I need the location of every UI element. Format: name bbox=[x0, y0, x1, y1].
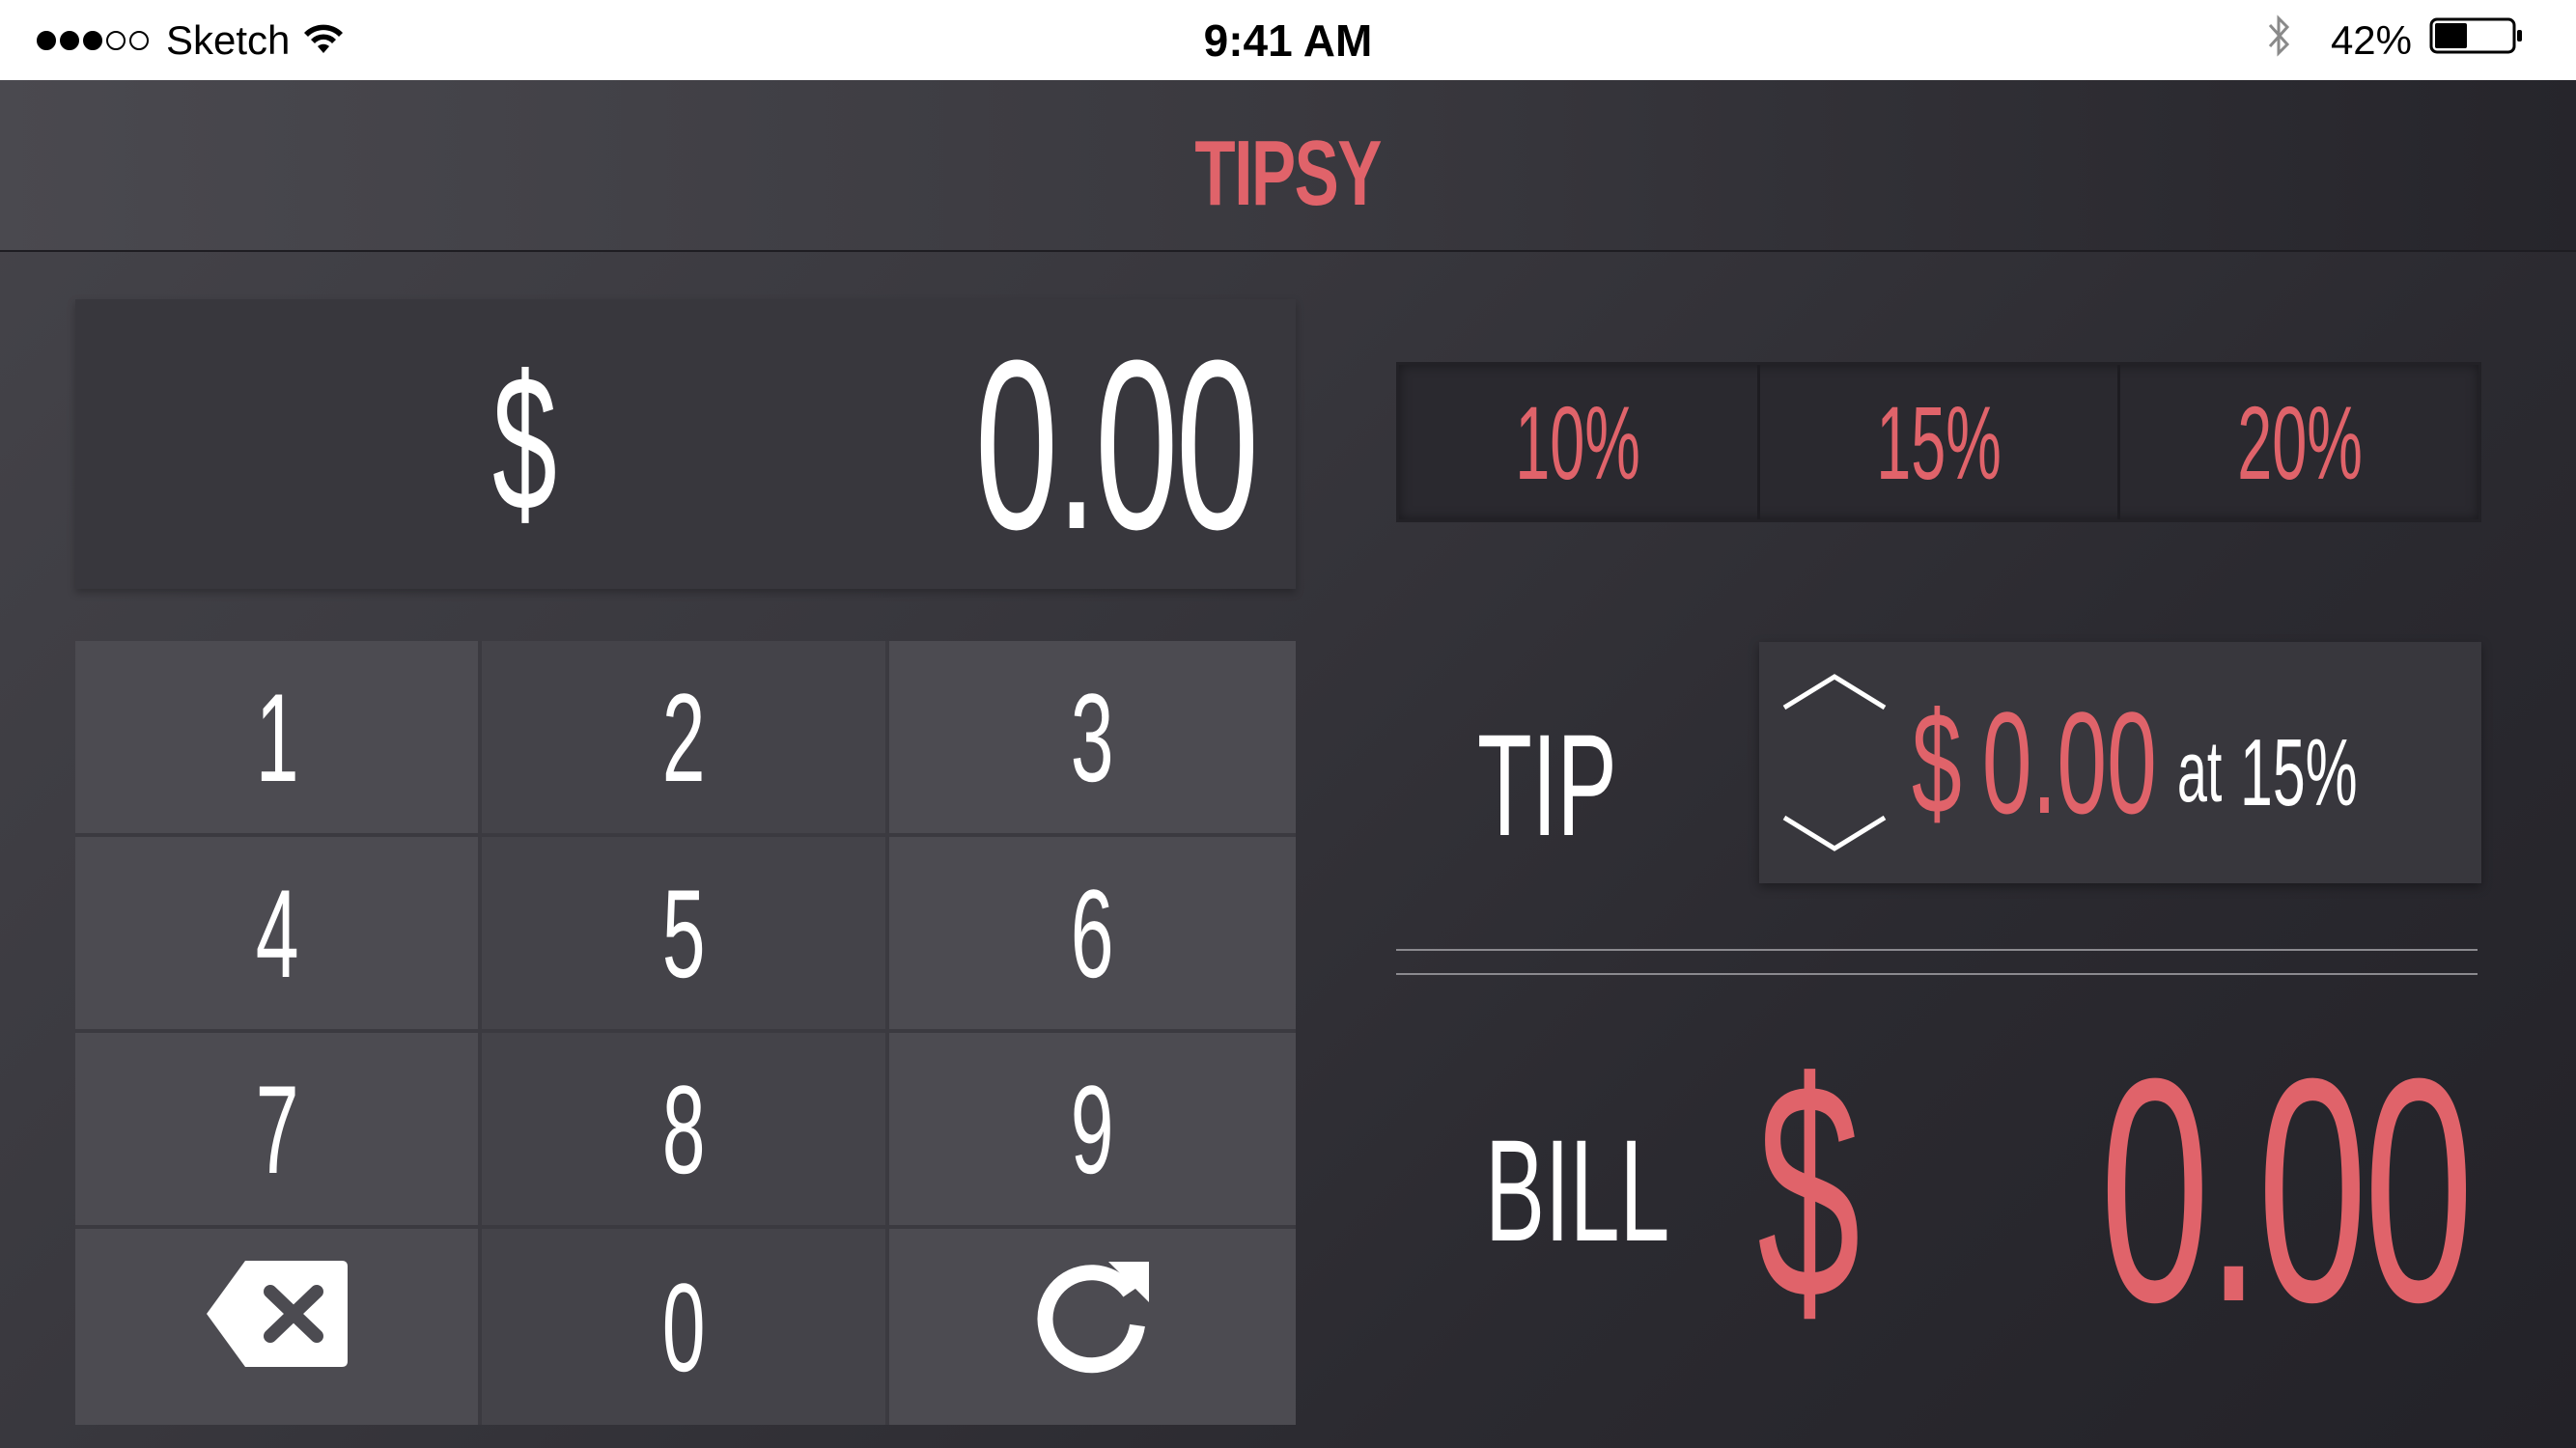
status-bar: Sketch 9:41 AM 42% bbox=[0, 0, 2576, 80]
status-time: 9:41 AM bbox=[1203, 14, 1373, 66]
tip-percentage-selector: 10% 15% 20% bbox=[1396, 362, 2481, 522]
app-title: TIPSY bbox=[1194, 122, 1383, 225]
divider bbox=[1396, 949, 2478, 951]
signal-dot bbox=[83, 30, 102, 50]
tip-increase-button[interactable] bbox=[1780, 669, 1889, 727]
backspace-icon bbox=[203, 1255, 351, 1400]
backspace-button[interactable] bbox=[75, 1229, 483, 1425]
tip-option-label: 10% bbox=[1515, 383, 1641, 501]
key-label: 8 bbox=[661, 1058, 706, 1200]
key-label: 2 bbox=[661, 666, 706, 808]
signal-dot bbox=[37, 30, 56, 50]
key-1[interactable]: 1 bbox=[75, 641, 483, 837]
key-7[interactable]: 7 bbox=[75, 1033, 483, 1229]
battery-icon bbox=[2429, 15, 2526, 66]
tipsy-app: TIPSY $ 0.00 1 2 3 4 5 6 7 8 9 0 10% 15%… bbox=[0, 80, 2576, 1448]
key-label: 4 bbox=[255, 862, 299, 1004]
key-3[interactable]: 3 bbox=[888, 641, 1296, 837]
key-label: 5 bbox=[661, 862, 706, 1004]
key-0[interactable]: 0 bbox=[482, 1229, 889, 1425]
tip-decrease-button[interactable] bbox=[1780, 798, 1889, 856]
tip-value: $ 0.00 at 15% bbox=[1912, 642, 2358, 883]
app-header: TIPSY bbox=[0, 80, 2576, 252]
key-label: 6 bbox=[1070, 862, 1114, 1004]
key-6[interactable]: 6 bbox=[888, 837, 1296, 1033]
key-5[interactable]: 5 bbox=[482, 837, 889, 1033]
key-label: 1 bbox=[255, 666, 299, 808]
display-amount: 0.00 bbox=[975, 309, 1259, 579]
status-bar-right: 42% bbox=[2267, 0, 2526, 80]
carrier-name: Sketch bbox=[166, 16, 291, 63]
tip-option-20[interactable]: 20% bbox=[2120, 365, 2478, 519]
display-currency-symbol: $ bbox=[492, 336, 557, 551]
battery-percent: 42% bbox=[2330, 16, 2412, 63]
signal-strength-icon bbox=[37, 30, 153, 50]
key-9[interactable]: 9 bbox=[888, 1033, 1296, 1229]
tip-currency-symbol: $ bbox=[1912, 681, 1962, 844]
status-bar-left: Sketch bbox=[37, 0, 346, 80]
key-label: 9 bbox=[1070, 1058, 1114, 1200]
tip-stepper bbox=[1780, 669, 1889, 856]
wifi-icon bbox=[301, 18, 346, 65]
bill-total-amount: 0.00 bbox=[2099, 1012, 2474, 1368]
key-label: 3 bbox=[1070, 666, 1114, 808]
tip-label: TIP bbox=[1477, 703, 1617, 866]
tip-option-label: 20% bbox=[2236, 383, 2363, 501]
bluetooth-icon bbox=[2267, 14, 2292, 68]
tip-option-10[interactable]: 10% bbox=[1399, 365, 1760, 519]
tip-option-label: 15% bbox=[1876, 383, 2002, 501]
key-label: 0 bbox=[661, 1256, 706, 1398]
reset-button[interactable] bbox=[888, 1229, 1296, 1425]
signal-dot bbox=[106, 30, 126, 50]
signal-dot bbox=[129, 30, 149, 50]
chevron-down-icon bbox=[1780, 815, 1889, 860]
key-8[interactable]: 8 bbox=[482, 1033, 889, 1229]
tip-option-15[interactable]: 15% bbox=[1760, 365, 2121, 519]
key-2[interactable]: 2 bbox=[482, 641, 889, 837]
refresh-icon bbox=[1029, 1250, 1155, 1405]
tip-amount-box: $ 0.00 at 15% bbox=[1759, 642, 2481, 883]
bill-label: BILL bbox=[1485, 1108, 1670, 1271]
bill-currency-symbol: $ bbox=[1757, 1017, 1861, 1363]
tip-percent: 15% bbox=[2240, 718, 2358, 825]
tip-at-label: at bbox=[2176, 723, 2223, 821]
chevron-up-icon bbox=[1780, 674, 1889, 731]
key-4[interactable]: 4 bbox=[75, 837, 483, 1033]
tip-amount: 0.00 bbox=[1981, 681, 2157, 844]
divider bbox=[1396, 973, 2478, 975]
amount-display: $ 0.00 bbox=[75, 299, 1296, 589]
key-label: 7 bbox=[255, 1058, 299, 1200]
signal-dot bbox=[60, 30, 79, 50]
numeric-keypad: 1 2 3 4 5 6 7 8 9 0 bbox=[75, 641, 1296, 1425]
